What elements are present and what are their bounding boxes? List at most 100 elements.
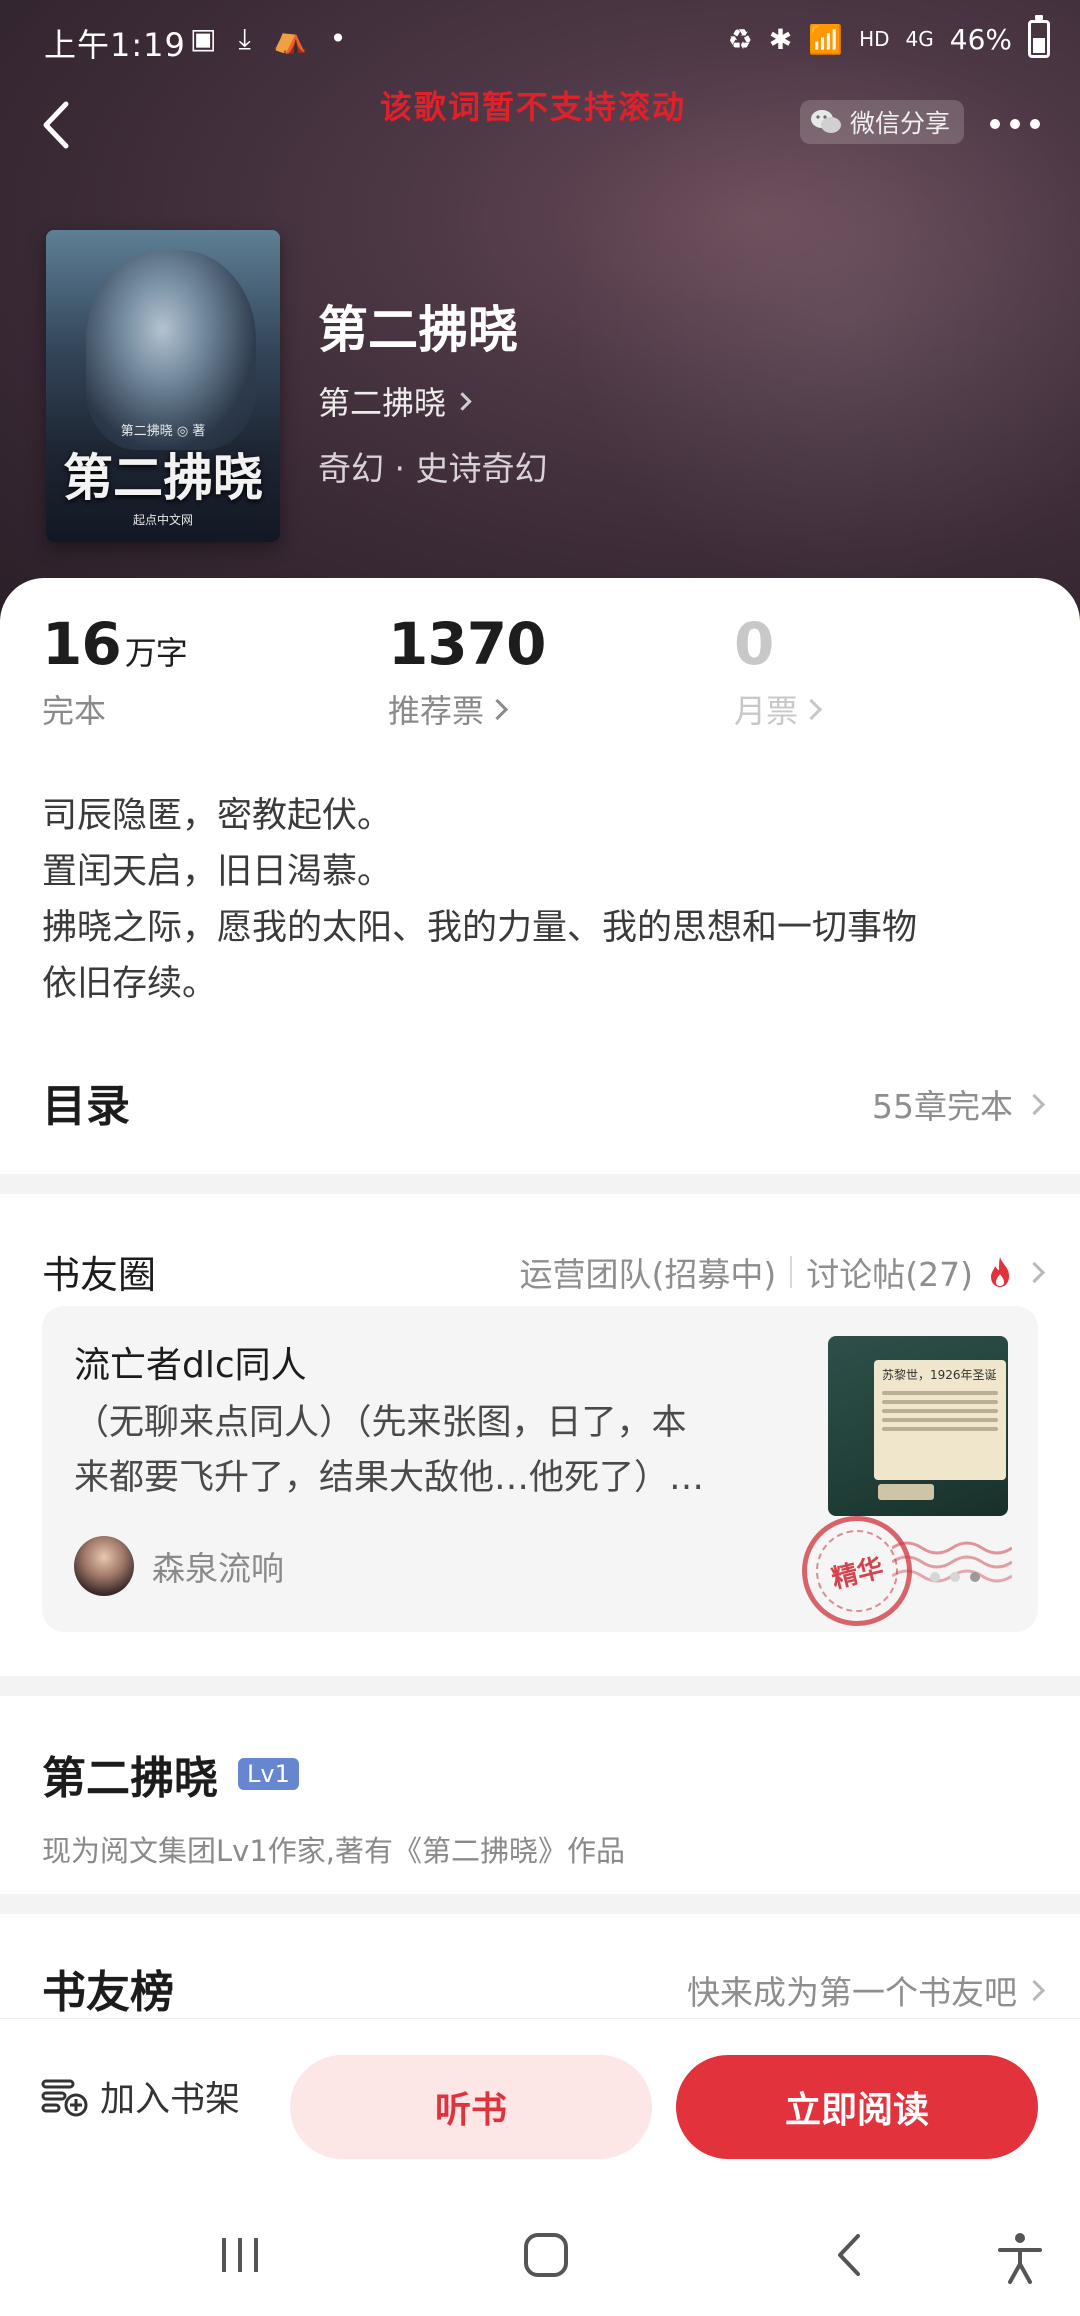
- bluetooth-icon: ✱: [768, 22, 793, 56]
- recommend-votes-value: 1370: [388, 610, 546, 678]
- cover-publisher: 起点中文网: [132, 513, 193, 527]
- author-link[interactable]: 第二拂晓: [318, 378, 472, 424]
- share-label: 微信分享: [850, 109, 951, 138]
- post-thumbnail: 苏黎世，1926年圣诞: [828, 1336, 1008, 1516]
- thumbnail-text-lines: [882, 1391, 998, 1431]
- chevron-right-icon: [486, 698, 509, 720]
- book-circle-header: 书友圈 运营团队(招募中) 讨论帖(27): [42, 1244, 1046, 1297]
- carousel-indicator: [930, 1572, 980, 1582]
- chevron-right-icon: [453, 391, 472, 411]
- featured-post-card[interactable]: 流亡者dlc同人 （无聊来点同人）（先来张图，日了，本 来都要飞升了，结果大敌他…: [42, 1306, 1038, 1632]
- book-synopsis[interactable]: 司辰隐匿，密教起伏。 置闰天启，旧日渴慕。 拂晓之际，愿我的太阳、我的力量、我的…: [42, 788, 1042, 1012]
- more-dot-icon: [990, 119, 1000, 129]
- cover-author: 第二拂晓 ◎ 著: [120, 424, 206, 439]
- read-now-button[interactable]: 立即阅读: [676, 2055, 1038, 2159]
- accessibility-icon[interactable]: [990, 2230, 1050, 2286]
- word-count-stat: 16 万字 完本: [42, 610, 188, 732]
- recycle-icon: ♻: [727, 22, 753, 56]
- chevron-right-icon: [1023, 1093, 1046, 1115]
- notification-icons: ▣ ⤓ ⛺ •: [190, 22, 346, 56]
- discussion-link[interactable]: 讨论帖(27): [806, 1248, 973, 1296]
- fan-ranking-title: 书友榜: [42, 1967, 174, 2018]
- post-author[interactable]: 森泉流响: [74, 1536, 284, 1596]
- chevron-right-icon: [800, 698, 823, 720]
- app-notification-icon: ⛺: [272, 22, 308, 55]
- home-icon[interactable]: [516, 2230, 576, 2280]
- chevron-left-icon: [43, 101, 69, 149]
- book-cover[interactable]: 第二拂晓 ◎ 著 第二拂晓 起点中文网: [46, 230, 280, 542]
- word-count-value: 16: [42, 610, 122, 678]
- status-bar: 上午1:19 ▣ ⤓ ⛺ • ♻ ✱ 📶 HD 4G 46%: [0, 0, 1080, 84]
- recommend-votes-label: 推荐票: [388, 692, 485, 730]
- synopsis-line: 依旧存续。: [42, 964, 218, 1004]
- monthly-votes-label: 月票: [734, 692, 799, 730]
- chevron-right-icon[interactable]: [1023, 1261, 1046, 1283]
- lyrics-notice: 该歌词暂不支持滚动: [380, 88, 687, 126]
- network-label: HD: [859, 27, 890, 51]
- link-separator: [790, 1256, 793, 1288]
- wechat-icon: [811, 110, 841, 133]
- table-of-contents-row[interactable]: 目录 55章完本: [42, 1070, 1046, 1132]
- more-options-button[interactable]: [990, 104, 1060, 144]
- book-genre: 奇幻 · 史诗奇幻: [318, 449, 548, 488]
- add-shelf-icon: [41, 2079, 88, 2116]
- recommend-votes-stat[interactable]: 1370 推荐票: [388, 610, 546, 732]
- operations-team-link[interactable]: 运营团队(招募中): [520, 1248, 777, 1296]
- post-excerpt-line: （无聊来点同人）（先来张图，日了，本: [74, 1403, 687, 1443]
- add-to-shelf-button[interactable]: 加入书架: [40, 2071, 240, 2122]
- status-time: 上午1:19: [44, 26, 186, 64]
- bottom-action-bar: 加入书架 听书 立即阅读: [0, 2018, 1080, 2195]
- monthly-votes-value: 0: [734, 610, 774, 678]
- thumbnail-caption: 苏黎世，1926年圣诞: [882, 1368, 997, 1382]
- synopsis-line: 拂晓之际，愿我的太阳、我的力量、我的思想和一切事物: [42, 908, 918, 948]
- book-circle-title: 书友圈: [42, 1253, 157, 1297]
- battery-percent: 46%: [949, 22, 1012, 56]
- battery-icon: [1028, 15, 1050, 58]
- back-nav-icon[interactable]: [820, 2230, 880, 2280]
- thumbnail-button-graphic: [878, 1484, 934, 1500]
- signal-label: 4G: [905, 27, 934, 51]
- monthly-votes-stat[interactable]: 0 月票: [734, 610, 823, 732]
- post-excerpt-line: 来都要飞升了，结果大敌他…他死了）…: [74, 1458, 705, 1498]
- author-level-badge: Lv1: [238, 1758, 299, 1790]
- post-title: 流亡者dlc同人: [74, 1345, 307, 1386]
- back-button[interactable]: [22, 90, 92, 160]
- more-dot-icon: [1030, 119, 1040, 129]
- chapter-count: 55章完本: [872, 1087, 1013, 1126]
- system-navigation-bar: [0, 2194, 1080, 2316]
- listen-button[interactable]: 听书: [290, 2055, 652, 2159]
- synopsis-line: 司辰隐匿，密教起伏。: [42, 796, 393, 836]
- author-name: 第二拂晓: [318, 384, 447, 422]
- book-header: 上午1:19 ▣ ⤓ ⛺ • ♻ ✱ 📶 HD 4G 46% 该歌词暂不支持滚动…: [0, 0, 1080, 620]
- author-description: 现为阅文集团Lv1作家,著有《第二拂晓》作品: [42, 1834, 625, 1868]
- toc-title: 目录: [42, 1081, 130, 1132]
- section-divider: [0, 1676, 1080, 1696]
- carousel-dot: [930, 1572, 940, 1582]
- status-right: ♻ ✱ 📶 HD 4G 46%: [727, 15, 1050, 58]
- word-count-unit: 万字: [124, 634, 188, 672]
- wifi-icon: 📶: [808, 22, 844, 56]
- carousel-dot-active: [970, 1572, 980, 1582]
- avatar: [74, 1536, 134, 1596]
- fire-icon: [991, 1257, 1009, 1287]
- more-dot-icon: [1010, 119, 1020, 129]
- add-shelf-label: 加入书架: [100, 2080, 241, 2120]
- synopsis-line: 置闰天启，旧日渴慕。: [42, 852, 393, 892]
- more-notifications-dot-icon: •: [329, 22, 347, 55]
- wechat-share-button[interactable]: 微信分享: [800, 100, 965, 144]
- section-divider: [0, 1894, 1080, 1914]
- book-title: 第二拂晓: [318, 300, 518, 359]
- fan-ranking-cta: 快来成为第一个书友吧: [687, 1973, 1017, 2012]
- section-divider: [0, 1174, 1080, 1194]
- completion-status: 完本: [42, 692, 107, 730]
- fan-ranking-row[interactable]: 书友榜 快来成为第一个书友吧: [42, 1956, 1046, 2018]
- chevron-right-icon: [1023, 1979, 1046, 2001]
- post-username: 森泉流响: [152, 1549, 284, 1588]
- thumbnail-note: 苏黎世，1926年圣诞: [874, 1360, 1006, 1480]
- image-icon: ▣: [190, 22, 217, 55]
- author-name: 第二拂晓: [42, 1753, 218, 1804]
- recent-apps-icon[interactable]: [210, 2230, 270, 2280]
- post-excerpt: （无聊来点同人）（先来张图，日了，本 来都要飞升了，结果大敌他…他死了）…: [74, 1396, 814, 1506]
- author-info[interactable]: 第二拂晓 Lv1 现为阅文集团Lv1作家,著有《第二拂晓》作品: [42, 1742, 1042, 1870]
- download-icon: ⤓: [238, 22, 251, 55]
